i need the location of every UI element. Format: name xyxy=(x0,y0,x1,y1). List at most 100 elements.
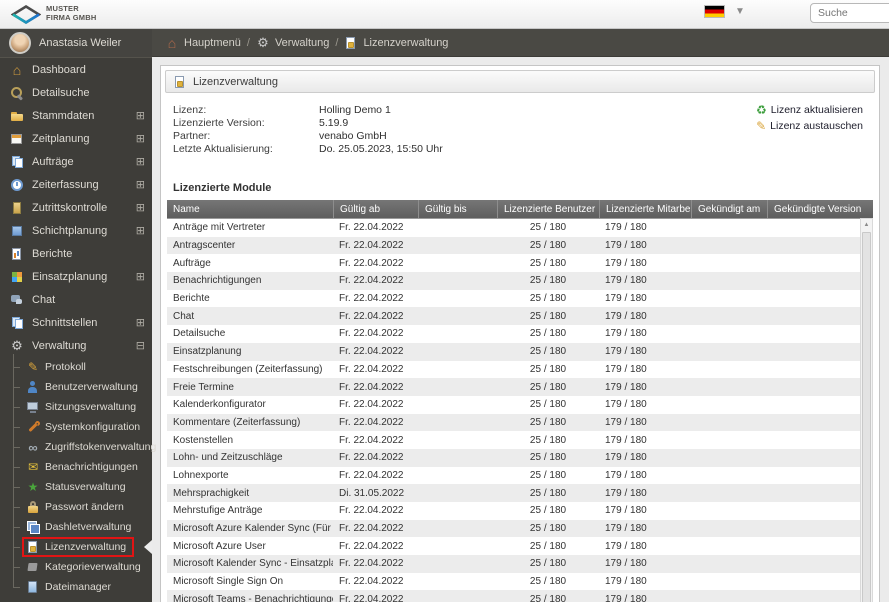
table-row[interactable]: Berichte Fr. 22.04.2022 25 / 180 179 / 180 xyxy=(167,290,860,308)
sidebar-subitem-systemkonfiguration[interactable]: Systemkonfiguration xyxy=(0,417,152,437)
exchange-license-link[interactable]: ✎ Lizenz austauschen xyxy=(756,120,863,132)
sidebar-subitem-kategorieverwaltung[interactable]: Kategorieverwaltung xyxy=(0,557,152,577)
table-row[interactable]: Freie Termine Fr. 22.04.2022 25 / 180 179 /… xyxy=(167,378,860,396)
cell-lizenzierte-benutzer: 25 / 180 xyxy=(529,310,567,322)
sidebar-subitem-statusverwaltung[interactable]: ★ Statusverwaltung xyxy=(0,477,152,497)
table-row[interactable]: Lohn- und Zeitzuschläge Fr. 22.04.2022 25 … xyxy=(167,448,860,467)
expand-icon[interactable]: ⊞ xyxy=(136,270,145,283)
table-row[interactable]: Benachrichtigungen Fr. 22.04.2022 25 / 180… xyxy=(167,272,860,290)
cell-g-ltig-ab: Fr. 22.04.2022 xyxy=(339,346,404,358)
expand-icon[interactable]: ⊞ xyxy=(136,316,145,329)
table-row[interactable]: Chat Fr. 22.04.2022 25 / 180 179 / 180 xyxy=(167,307,860,326)
scroll-up-icon[interactable]: ▲ xyxy=(861,220,872,230)
breadcrumb-verwaltung[interactable]: ⚙ Verwaltung xyxy=(256,36,329,50)
table-row[interactable]: Microsoft Teams - Benachrichtigungen Fr. … xyxy=(167,590,860,602)
sidebar-item-zutrittskontrolle[interactable]: Zutrittskontrolle ⊞ xyxy=(0,196,152,219)
table-row[interactable]: Lohnexporte Fr. 22.04.2022 25 / 180 179 / 1… xyxy=(167,467,860,485)
cell-g-ltig-ab: Fr. 22.04.2022 xyxy=(339,593,404,602)
table-row[interactable]: Kommentare (Zeiterfassung) Fr. 22.04.2022… xyxy=(167,413,860,432)
expand-icon[interactable]: ⊞ xyxy=(136,132,145,145)
table-row[interactable]: Antragscenter Fr. 22.04.2022 25 / 180 179 /… xyxy=(167,236,860,255)
column-header-name[interactable]: Name xyxy=(167,200,333,218)
expand-icon[interactable]: ⊞ xyxy=(136,178,145,191)
column-header-lizenzierte-mitarbeiter[interactable]: Lizenzierte Mitarbeiter xyxy=(599,200,691,218)
cell-name: Kommentare (Zeiterfassung) xyxy=(173,416,301,428)
table-row[interactable]: Mehrsprachigkeit Di. 31.05.2022 25 / 180 17… xyxy=(167,484,860,502)
column-header-gueltig-bis[interactable]: Gültig bis xyxy=(418,200,497,218)
column-header-lizenzierte-benutzer[interactable]: Lizenzierte Benutzer xyxy=(497,200,599,218)
expand-icon[interactable]: ⊞ xyxy=(136,109,145,122)
language-selector[interactable]: ▼ xyxy=(704,5,745,18)
sidebar-subitem-benutzerverwaltung[interactable]: Benutzerverwaltung xyxy=(0,377,152,397)
sidebar-item-berichte[interactable]: Berichte xyxy=(0,242,152,265)
sidebar-subitem-dashletverwaltung[interactable]: Dashletverwaltung xyxy=(0,517,152,537)
cell-lizenzierte-benutzer: 25 / 180 xyxy=(529,275,567,287)
sidebar-subitem-zugriffstokenverwaltung[interactable]: ∞ Zugriffstokenverwaltung xyxy=(0,437,156,457)
sidebar-item-einsatzplanung[interactable]: Einsatzplanung ⊞ xyxy=(0,265,152,288)
table-row[interactable]: Anträge mit Vertreter Fr. 22.04.2022 25 / … xyxy=(167,219,860,237)
cell-lizenzierte-benutzer: 25 / 180 xyxy=(529,593,567,602)
cell-name: Mehrsprachigkeit xyxy=(173,487,250,499)
search-input[interactable] xyxy=(810,3,889,23)
info-label: Partner: xyxy=(173,130,211,142)
table-row[interactable]: Detailsuche Fr. 22.04.2022 25 / 180 179 / 1… xyxy=(167,325,860,343)
sidebar-subitem-passwort-ndern[interactable]: Passwort ändern xyxy=(0,497,152,517)
logo-text-line2: FIRMA GMBH xyxy=(46,13,97,22)
table-row[interactable]: Einsatzplanung Fr. 22.04.2022 25 / 180 179 … xyxy=(167,342,860,361)
sidebar-item-zeiterfassung[interactable]: Zeiterfassung ⊞ xyxy=(0,173,152,196)
sidebar-item-dashboard[interactable]: ⌂ Dashboard xyxy=(0,58,152,81)
sidebar-item-schichtplanung[interactable]: Schichtplanung ⊞ xyxy=(0,219,152,242)
star-icon: ★ xyxy=(27,480,39,494)
sidebar-subitem-sitzungsverwaltung[interactable]: Sitzungsverwaltung xyxy=(0,397,152,417)
license-icon xyxy=(344,36,358,50)
table-row[interactable]: Microsoft Kalender Sync - Einsatzplanung… xyxy=(167,555,860,573)
table-row[interactable]: Mehrstufige Anträge Fr. 22.04.2022 25 / 18… xyxy=(167,502,860,520)
sidebar-item-verwaltung[interactable]: ⚙ Verwaltung ⊟ xyxy=(0,334,152,357)
table-scrollbar[interactable]: ▲ xyxy=(860,218,873,602)
cell-lizenzierte-mitarbeiter: 179 / 180 xyxy=(605,416,647,428)
table-row[interactable]: Aufträge Fr. 22.04.2022 25 / 180 179 / 180 xyxy=(167,254,860,272)
folder-icon xyxy=(10,109,24,123)
table-row[interactable]: Microsoft Single Sign On Fr. 22.04.2022 25… xyxy=(167,573,860,591)
cell-lizenzierte-mitarbeiter: 179 / 180 xyxy=(605,523,647,535)
sidebar-item-zeitplanung[interactable]: Zeitplanung ⊞ xyxy=(0,127,152,150)
sidebar-item-stammdaten[interactable]: Stammdaten ⊞ xyxy=(0,104,152,127)
sidebar-subitem-lizenzverwaltung[interactable]: Lizenzverwaltung xyxy=(0,537,152,557)
update-license-link[interactable]: ♻ Lizenz aktualisieren xyxy=(756,104,863,116)
breadcrumb-lizenzverwaltung[interactable]: Lizenzverwaltung xyxy=(344,36,448,50)
sidebar-item-auftr-ge[interactable]: Aufträge ⊞ xyxy=(0,150,152,173)
table-row[interactable]: Microsoft Azure Kalender Sync (Für den K… xyxy=(167,519,860,538)
expand-icon[interactable]: ⊞ xyxy=(136,155,145,168)
app-window: MUSTER FIRMA GMBH ▼ Anastasia Weiler ⌂ Da… xyxy=(0,0,889,602)
table-row[interactable]: Kostenstellen Fr. 22.04.2022 25 / 180 179 /… xyxy=(167,431,860,449)
cell-g-ltig-ab: Fr. 22.04.2022 xyxy=(339,293,404,305)
subitem-inner: Kategorieverwaltung xyxy=(22,557,149,577)
column-header-gekuendigt-am[interactable]: Gekündigt am xyxy=(691,200,767,218)
user-profile[interactable]: Anastasia Weiler xyxy=(0,29,152,58)
sidebar-item-chat[interactable]: Chat xyxy=(0,288,152,311)
sidebar-subitem-protokoll[interactable]: ✎ Protokoll xyxy=(0,357,152,377)
table-row[interactable]: Microsoft Azure User Fr. 22.04.2022 25 / 1… xyxy=(167,537,860,555)
monitor-icon xyxy=(26,400,40,414)
column-header-gueltig-ab[interactable]: Gültig ab xyxy=(333,200,418,218)
expand-icon[interactable]: ⊞ xyxy=(136,224,145,237)
sidebar-subitem-benachrichtigungen[interactable]: ✉ Benachrichtigungen xyxy=(0,457,152,477)
subitem-inner: Benutzerverwaltung xyxy=(22,377,146,397)
sidebar-item-detailsuche[interactable]: Detailsuche xyxy=(0,81,152,104)
column-header-gekuendigte-version[interactable]: Gekündigte Version xyxy=(767,200,873,218)
cell-lizenzierte-mitarbeiter: 179 / 180 xyxy=(605,381,647,393)
sidebar-subitem-dateimanager[interactable]: Dateimanager xyxy=(0,577,152,597)
breadcrumb-hauptmenu[interactable]: ⌂ Hauptmenü xyxy=(165,36,241,50)
cell-lizenzierte-mitarbeiter: 179 / 180 xyxy=(605,275,647,287)
collapse-icon[interactable]: ⊟ xyxy=(136,339,145,352)
table-row[interactable]: Festschreibungen (Zeiterfassung) Fr. 22.0… xyxy=(167,361,860,379)
scrollbar-thumb[interactable] xyxy=(862,232,871,602)
cell-lizenzierte-mitarbeiter: 179 / 180 xyxy=(605,558,647,570)
cell-g-ltig-ab: Fr. 22.04.2022 xyxy=(339,434,404,446)
cell-lizenzierte-mitarbeiter: 179 / 180 xyxy=(605,222,647,234)
expand-icon[interactable]: ⊞ xyxy=(136,201,145,214)
breadcrumb-label: Verwaltung xyxy=(274,36,330,49)
door-icon xyxy=(10,201,24,215)
table-row[interactable]: Kalenderkonfigurator Fr. 22.04.2022 25 / 1… xyxy=(167,396,860,414)
sidebar-item-schnittstellen[interactable]: Schnittstellen ⊞ xyxy=(0,311,152,334)
